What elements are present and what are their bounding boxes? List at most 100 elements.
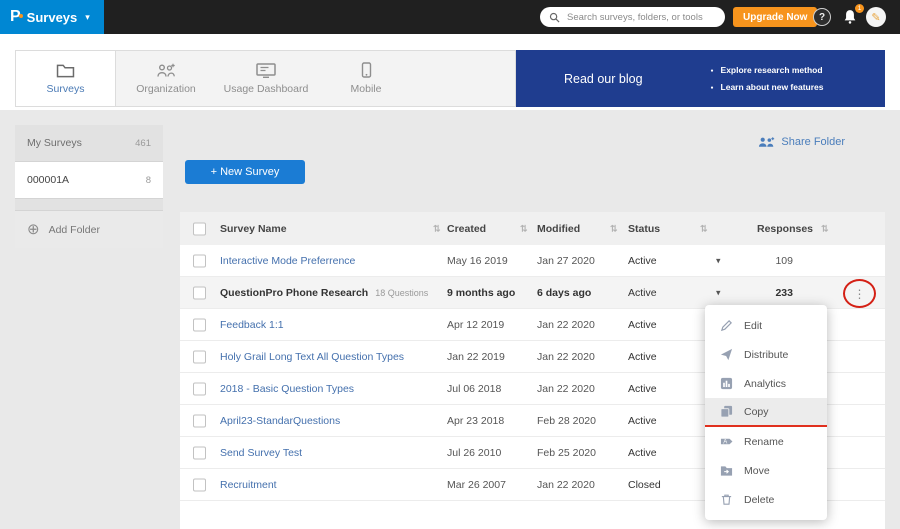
row-checkbox[interactable]: [193, 478, 206, 491]
menu-item-label: Delete: [744, 494, 774, 506]
header-created: Created: [447, 223, 486, 235]
sidebar-item-my-surveys[interactable]: My Surveys 461: [15, 125, 163, 162]
sort-icon[interactable]: ⇅: [433, 223, 441, 234]
menu-item-label: Distribute: [744, 349, 788, 361]
survey-name-link[interactable]: Interactive Mode Preferrence: [220, 255, 355, 267]
menu-item-edit[interactable]: Edit: [705, 311, 827, 340]
status-cell: Closed: [628, 479, 661, 491]
chevron-down-icon: ▾: [85, 12, 90, 23]
mobile-icon: [361, 62, 372, 78]
status-cell: Active: [628, 287, 657, 299]
brand-label: Surveys: [27, 10, 78, 25]
row-checkbox[interactable]: [193, 286, 206, 299]
tab-label: Mobile: [351, 83, 382, 95]
blog-title: Read our blog: [564, 72, 643, 86]
move-folder-icon: [720, 464, 733, 477]
survey-name-link[interactable]: QuestionPro Phone Research18 Questions: [220, 287, 428, 299]
nav-band: Surveys Organization Usage Dashboard Mob…: [0, 34, 900, 110]
responses-cell: 109: [725, 255, 793, 267]
table-header: Survey Name ⇅ Created ⇅ Modified ⇅ Statu…: [180, 212, 885, 245]
search-input[interactable]: [565, 11, 716, 24]
copy-icon: [720, 405, 733, 418]
survey-name-link[interactable]: April23-StandarQuestions: [220, 415, 340, 427]
monitor-icon: [256, 63, 276, 78]
sort-icon[interactable]: ⇅: [821, 223, 829, 234]
blog-banner[interactable]: Read our blog Explore research method Le…: [516, 50, 885, 107]
menu-item-distribute[interactable]: Distribute: [705, 340, 827, 369]
menu-item-delete[interactable]: Delete: [705, 485, 827, 514]
tab-organization[interactable]: Organization: [116, 51, 216, 106]
sort-icon[interactable]: ⇅: [610, 223, 618, 234]
modified-cell: Jan 22 2020: [537, 351, 595, 363]
tab-mobile[interactable]: Mobile: [316, 51, 416, 106]
rename-icon: A: [720, 435, 733, 448]
modified-cell: Jan 22 2020: [537, 383, 595, 395]
menu-item-copy[interactable]: Copy: [705, 398, 827, 427]
header-survey-name: Survey Name: [220, 223, 287, 235]
menu-item-analytics[interactable]: Analytics: [705, 369, 827, 398]
upgrade-button[interactable]: Upgrade Now: [733, 7, 817, 27]
tab-surveys[interactable]: Surveys: [16, 51, 116, 106]
folder-label: My Surveys: [27, 137, 82, 149]
product-switcher[interactable]: P Surveys ▾: [0, 0, 104, 34]
status-cell: Active: [628, 255, 657, 267]
survey-name-link[interactable]: Recruitment: [220, 479, 277, 491]
bar-chart-icon: [720, 377, 733, 390]
created-cell: Jan 22 2019: [447, 351, 505, 363]
status-cell: Active: [628, 319, 657, 331]
blog-bullet: Explore research method: [711, 62, 824, 79]
table-row[interactable]: Interactive Mode Preferrence May 16 2019…: [180, 245, 885, 277]
menu-item-label: Analytics: [744, 378, 786, 390]
share-folder-link[interactable]: Share Folder: [758, 136, 845, 148]
survey-name-link[interactable]: Feedback 1:1: [220, 319, 284, 331]
tab-label: Organization: [136, 83, 196, 95]
search-icon: [549, 12, 560, 23]
header-modified: Modified: [537, 223, 580, 235]
menu-item-label: Move: [744, 465, 770, 477]
modified-cell: Jan 27 2020: [537, 255, 595, 267]
menu-item-label: Rename: [744, 436, 784, 448]
survey-name-link[interactable]: Holy Grail Long Text All Question Types: [220, 351, 404, 363]
blog-bullet-list: Explore research method Learn about new …: [711, 62, 824, 96]
status-cell: Active: [628, 447, 657, 459]
tab-usage-dashboard[interactable]: Usage Dashboard: [216, 51, 316, 106]
status-dropdown-caret[interactable]: ▾: [716, 255, 721, 266]
help-button[interactable]: ?: [813, 8, 831, 26]
svg-text:A: A: [723, 440, 727, 446]
blog-bullet: Learn about new features: [711, 79, 824, 96]
modified-cell: 6 days ago: [537, 287, 591, 299]
notifications-button[interactable]: 1: [843, 9, 859, 25]
main-content: Share Folder + New Survey Survey Name ⇅ …: [180, 125, 885, 529]
add-folder-button[interactable]: ⊕ Add Folder: [15, 211, 163, 248]
select-all-checkbox[interactable]: [193, 222, 206, 235]
row-checkbox[interactable]: [193, 446, 206, 459]
row-checkbox[interactable]: [193, 318, 206, 331]
row-checkbox[interactable]: [193, 382, 206, 395]
sidebar-item-000001A[interactable]: 000001A 8: [15, 162, 163, 199]
row-checkbox[interactable]: [193, 254, 206, 267]
survey-name-link[interactable]: 2018 - Basic Question Types: [220, 383, 354, 395]
quick-edit-button[interactable]: ✎: [866, 7, 886, 27]
menu-item-move[interactable]: Move: [705, 456, 827, 485]
folder-count: 8: [146, 175, 151, 186]
folder-count: 461: [135, 138, 151, 149]
search-box[interactable]: [540, 7, 725, 27]
sort-icon[interactable]: ⇅: [700, 223, 708, 234]
status-cell: Active: [628, 415, 657, 427]
sort-icon[interactable]: ⇅: [520, 223, 528, 234]
add-folder-label: Add Folder: [49, 224, 100, 236]
main-tabs: Surveys Organization Usage Dashboard Mob…: [15, 50, 516, 107]
status-dropdown-caret[interactable]: ▾: [716, 287, 721, 298]
tab-label: Surveys: [47, 83, 85, 95]
row-checkbox[interactable]: [193, 350, 206, 363]
questionpro-logo: P: [10, 9, 21, 25]
row-actions-button[interactable]: ⋮: [854, 288, 866, 300]
app: P Surveys ▾ Upgrade Now ? 1 ✎ Sur: [0, 0, 900, 529]
menu-item-rename[interactable]: A Rename: [705, 427, 827, 456]
pencil-icon: [720, 319, 733, 332]
new-survey-button[interactable]: + New Survey: [185, 160, 305, 184]
row-checkbox[interactable]: [193, 414, 206, 427]
header-status: Status: [628, 223, 660, 235]
trash-icon: [720, 493, 733, 506]
survey-name-link[interactable]: Send Survey Test: [220, 447, 302, 459]
